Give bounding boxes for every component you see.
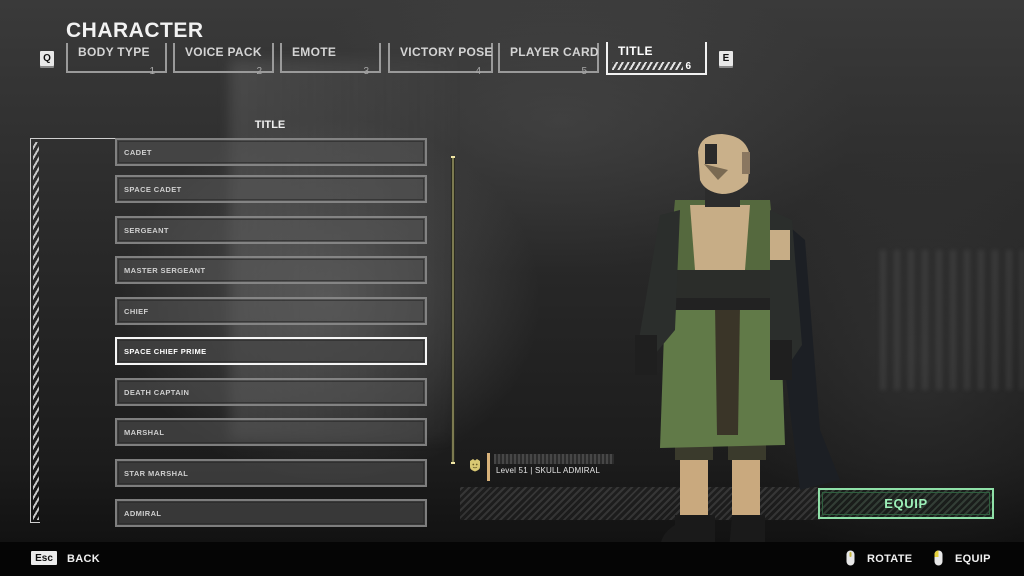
title-item-label: CADET [124,147,152,157]
back-label[interactable]: BACK [67,553,100,565]
title-item-label: STAR MARSHAL [124,468,189,478]
esc-key[interactable]: Esc [31,551,57,565]
tab-voice-pack[interactable]: VOICE PACK 2 [173,43,274,77]
title-item-chief[interactable]: CHIEF [115,297,427,325]
tab-number: 1 [149,66,155,77]
title-item-space-cadet[interactable]: SPACE CADET [115,175,427,203]
scrollbar[interactable] [451,156,455,464]
title-item-death-captain[interactable]: DEATH CAPTAIN [115,378,427,406]
title-item-label: CHIEF [124,306,149,316]
tab-label: VOICE PACK [185,45,262,59]
tab-label: EMOTE [292,45,337,59]
tab-label: VICTORY POSE [400,45,493,59]
page-title: CHARACTER [66,19,204,42]
tab-label: TITLE [618,44,653,58]
next-tab-key[interactable]: E [719,51,733,66]
title-item-label: SPACE CHIEF PRIME [124,346,207,356]
title-item-star-marshal[interactable]: STAR MARSHAL [115,459,427,487]
prev-tab-key[interactable]: Q [40,51,54,66]
active-tab-hatch [612,62,683,70]
rotate-label[interactable]: ROTATE [867,553,912,565]
list-frame-top [30,138,116,139]
preview-accent-bar [487,453,490,481]
tab-label: PLAYER CARD [510,45,599,59]
list-scroll-indicator[interactable] [33,142,39,520]
tab-number: 4 [475,66,481,77]
title-item-sergeant[interactable]: SERGEANT [115,216,427,244]
character-model[interactable] [620,130,850,570]
equip-button-label: EQUIP [884,496,928,511]
section-title: TITLE [254,119,286,131]
mouse-left-click-icon [934,550,943,566]
mouse-middle-icon [846,550,855,566]
tab-number: 2 [256,66,262,77]
equip-button[interactable]: EQUIP [818,488,994,519]
tab-number: 3 [363,66,369,77]
equip-footer-label[interactable]: EQUIP [955,553,991,565]
title-item-cadet[interactable]: CADET [115,138,427,166]
tab-body-type[interactable]: BODY TYPE 1 [66,43,167,77]
title-item-label: DEATH CAPTAIN [124,387,190,397]
tab-victory-pose[interactable]: VICTORY POSE 4 [388,43,493,77]
title-item-label: SERGEANT [124,225,169,235]
tab-number: 5 [581,66,587,77]
tab-title[interactable]: TITLE 6 [606,42,707,75]
title-item-space-chief-prime[interactable]: SPACE CHIEF PRIME [115,337,427,365]
preview-title-text: Level 51 | SKULL ADMIRAL [496,466,600,475]
title-item-label: MARSHAL [124,427,165,437]
tab-number: 6 [685,61,691,72]
tab-emote[interactable]: EMOTE 3 [280,43,381,77]
player-name-placeholder [494,454,614,464]
title-item-label: MASTER SERGEANT [124,265,206,275]
title-item-label: ADMIRAL [124,508,162,518]
title-item-label: SPACE CADET [124,184,182,194]
rank-shield-icon [470,459,480,472]
tab-player-card[interactable]: PLAYER CARD 5 [498,43,599,77]
title-item-master-sergeant[interactable]: MASTER SERGEANT [115,256,427,284]
title-item-marshal[interactable]: MARSHAL [115,418,427,446]
title-item-admiral[interactable]: ADMIRAL [115,499,427,527]
tab-label: BODY TYPE [78,45,150,59]
